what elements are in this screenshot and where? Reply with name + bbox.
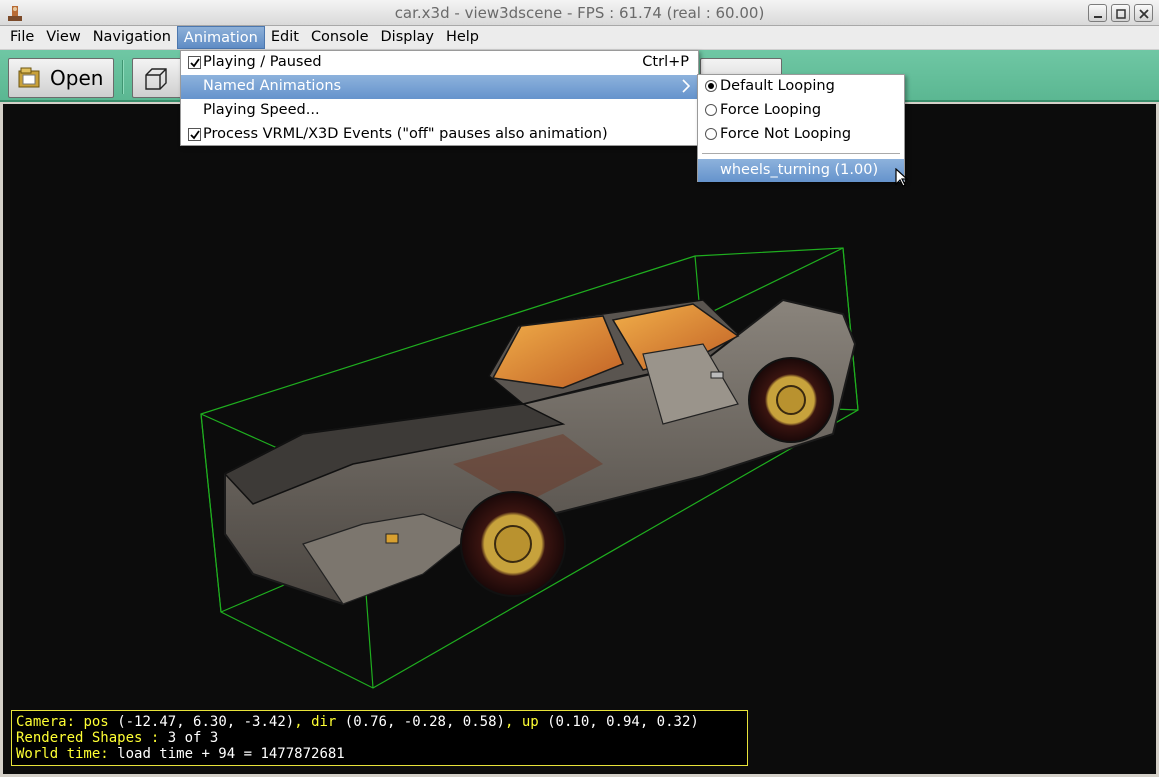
menu-navigation[interactable]: Navigation [87, 26, 177, 49]
radio-icon [705, 128, 717, 140]
menu-item-process-events[interactable]: Process VRML/X3D Events ("off" pauses al… [181, 123, 698, 147]
menu-console[interactable]: Console [305, 26, 375, 49]
menu-item-label: Process VRML/X3D Events ("off" pauses al… [203, 126, 608, 142]
chevron-right-icon [682, 79, 690, 93]
up-key: up [521, 714, 539, 730]
cube-icon [145, 68, 167, 90]
menu-item-playing-paused[interactable]: Playing / Paused Ctrl+P [181, 51, 698, 75]
pos-key: pos [83, 714, 109, 730]
shapes-value: 3 of 3 [167, 730, 219, 746]
menu-item-force-not-looping[interactable]: Force Not Looping [698, 123, 904, 147]
menu-item-label: Force Not Looping [720, 126, 852, 142]
close-button[interactable] [1134, 4, 1153, 22]
close-icon [1139, 9, 1149, 19]
menu-file[interactable]: File [4, 26, 40, 49]
radio-icon [705, 104, 717, 116]
up-value: (0.10, 0.94, 0.32) [547, 714, 699, 730]
title-bar: car.x3d - view3dscene - FPS : 61.74 (rea… [0, 0, 1159, 26]
view-all-button[interactable] [132, 58, 182, 98]
menu-view[interactable]: View [40, 26, 86, 49]
menu-item-label: Playing / Paused [203, 54, 322, 70]
toolbar-separator [122, 60, 124, 94]
camera-key: Camera: [16, 714, 76, 730]
checkmark-icon [190, 130, 200, 140]
menu-item-force-looping[interactable]: Force Looping [698, 99, 904, 123]
time-key: World time: [16, 746, 109, 762]
shortcut-label: Ctrl+P [642, 54, 689, 70]
time-value: load time + 94 = 1477872681 [117, 746, 345, 762]
folder-open-icon [18, 67, 40, 88]
menu-animation[interactable]: Animation [176, 26, 265, 49]
menu-item-label: Named Animations [203, 78, 342, 94]
checkbox-process-events[interactable] [188, 128, 201, 141]
animation-menu: Playing / Paused Ctrl+P Named Animations… [180, 50, 699, 146]
named-animations-submenu: Default Looping Force Looping Force Not … [697, 74, 905, 182]
menu-separator [702, 153, 900, 154]
menu-item-default-looping[interactable]: Default Looping [698, 75, 904, 99]
menu-help[interactable]: Help [440, 26, 485, 49]
menu-display[interactable]: Display [375, 26, 440, 49]
shapes-key: Rendered Shapes : [16, 730, 160, 746]
menu-bar: File View Navigation Animation Edit Cons… [0, 26, 1159, 50]
maximize-icon [1116, 9, 1126, 19]
maximize-button[interactable] [1111, 4, 1130, 22]
minimize-icon [1094, 16, 1102, 18]
minimize-button[interactable] [1088, 4, 1107, 22]
dir-key: dir [311, 714, 337, 730]
open-label: Open [50, 66, 104, 90]
menu-item-label: Playing Speed... [203, 102, 320, 118]
car-scene [200, 247, 859, 689]
dir-value: (0.76, -0.28, 0.58) [344, 714, 505, 730]
3d-viewport[interactable]: Camera: pos (-12.47, 6.30, -3.42), dir (… [3, 104, 1156, 774]
open-button[interactable]: Open [8, 58, 114, 98]
menu-item-label: Force Looping [720, 102, 822, 118]
checkmark-icon [190, 58, 200, 68]
pos-value: (-12.47, 6.30, -3.42) [117, 714, 295, 730]
menu-item-playing-speed[interactable]: Playing Speed... [181, 99, 698, 123]
menu-item-label: wheels_turning (1.00) [720, 162, 879, 178]
car-model [223, 298, 857, 606]
window-title: car.x3d - view3dscene - FPS : 61.74 (rea… [394, 4, 765, 22]
checkbox-playing[interactable] [188, 56, 201, 69]
menu-edit[interactable]: Edit [265, 26, 305, 49]
menu-item-label: Default Looping [720, 78, 835, 94]
mouse-cursor-icon [895, 168, 909, 187]
radio-selected-icon [705, 80, 717, 92]
menu-item-wheels-turning[interactable]: wheels_turning (1.00) [698, 159, 904, 182]
menu-item-named-animations[interactable]: Named Animations [181, 75, 698, 99]
status-overlay: Camera: pos (-12.47, 6.30, -3.42), dir (… [11, 710, 748, 766]
